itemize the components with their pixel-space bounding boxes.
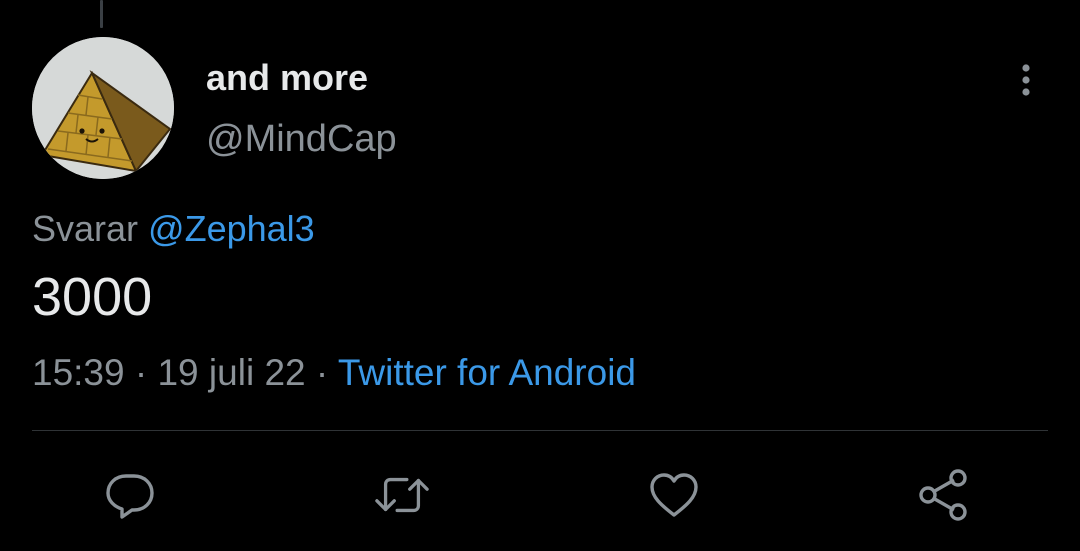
- retweet-button[interactable]: [374, 470, 430, 520]
- reply-mention-link[interactable]: @Zephal3: [148, 208, 315, 249]
- vertical-dots-icon: [1022, 64, 1030, 96]
- like-button[interactable]: [646, 470, 702, 520]
- tweet-source-link[interactable]: Twitter for Android: [338, 352, 636, 393]
- meta-separator: ·: [124, 352, 158, 393]
- speech-bubble-icon: [106, 474, 154, 519]
- reply-button[interactable]: [102, 470, 158, 520]
- avatar[interactable]: [32, 37, 174, 179]
- tweet-text: 3000: [32, 267, 153, 327]
- author-display-name[interactable]: and more: [206, 56, 368, 100]
- tweet-date[interactable]: 19 juli 22: [157, 352, 305, 393]
- divider: [32, 430, 1048, 431]
- replying-to-line: Svarar @Zephal3: [32, 206, 315, 252]
- heart-icon: [650, 473, 698, 517]
- tweet-metadata: 15:39 · 19 juli 22 · Twitter for Android: [32, 350, 636, 396]
- share-button[interactable]: [916, 469, 972, 521]
- replying-to-prefix: Svarar: [32, 208, 139, 249]
- author-handle[interactable]: @MindCap: [206, 116, 397, 162]
- meta-separator: ·: [305, 352, 338, 393]
- thread-connector-line: [100, 0, 103, 28]
- more-options-button[interactable]: [1006, 56, 1046, 104]
- retweet-arrows-icon: [375, 477, 429, 513]
- pyramid-avatar-icon: [32, 37, 174, 179]
- tweet-time[interactable]: 15:39: [32, 352, 125, 393]
- share-nodes-icon: [919, 469, 967, 521]
